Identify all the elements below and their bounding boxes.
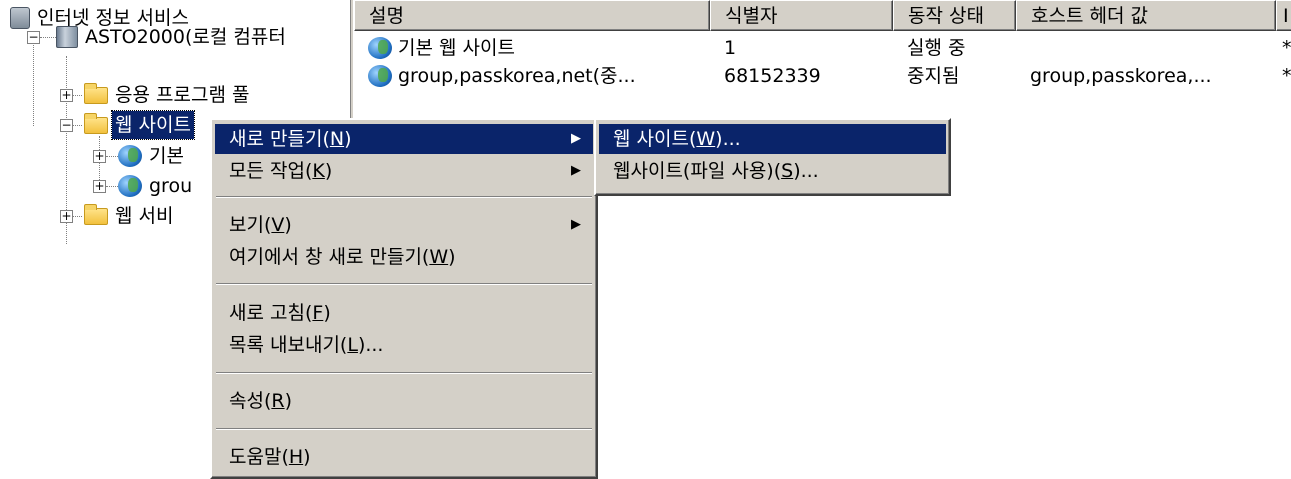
tree-label-web-service: 웹 서비 (115, 205, 174, 227)
menu-item-website-from-file[interactable]: 웹사이트(파일 사용)(S)... (599, 156, 946, 186)
menu-item-new-label: 새로 만들기( (229, 128, 330, 150)
menu-item-properties[interactable]: 속성(R) (215, 386, 593, 416)
menu-item-new[interactable]: 새로 만들기(N) ▶ (215, 124, 593, 154)
cell-ip: * (1282, 37, 1291, 59)
folder-icon (84, 83, 108, 104)
menu-item-website-from-file-label: 웹사이트(파일 사용)( (613, 160, 782, 182)
tree-connector (33, 36, 34, 126)
server-icon (56, 26, 78, 48)
menu-item-export-end: )... (357, 334, 384, 356)
menu-item-export-list[interactable]: 목록 내보내기(L)... (215, 330, 593, 360)
cell-id: 68152339 (724, 65, 821, 87)
cell-description: group,passkorea,net(중... (398, 65, 636, 87)
menu-item-new-accel: N (329, 128, 345, 150)
menu-item-new-window[interactable]: 여기에서 창 새로 만들기(W) (215, 242, 593, 272)
folder-icon (84, 204, 108, 225)
submenu-arrow-icon: ▶ (571, 131, 581, 146)
context-menu: 새로 만들기(N) ▶ 모든 작업(K) ▶ 보기(V) ▶ 여기에서 창 새로… (210, 118, 598, 479)
menu-separator (216, 372, 592, 374)
globe-icon (118, 145, 142, 167)
menu-item-export-accel: L (347, 334, 358, 356)
globe-stopped-icon (368, 65, 392, 87)
menu-item-new-website[interactable]: 웹 사이트(W)... (599, 124, 946, 154)
expand-icon[interactable]: + (60, 89, 73, 102)
menu-item-new-window-accel: W (429, 246, 449, 268)
cell-description: 기본 웹 사이트 (398, 37, 515, 59)
menu-item-view-label: 보기( (229, 214, 272, 236)
tree-node-default-site[interactable]: 기본 (116, 142, 187, 170)
cell-host: group,passkorea,... (1030, 65, 1212, 87)
menu-item-refresh-accel: F (312, 302, 324, 324)
tree-node-app-pools[interactable]: 응용 프로그램 풀 (80, 81, 252, 109)
menu-item-refresh[interactable]: 새로 고침(F) (215, 298, 593, 328)
menu-item-all-tasks[interactable]: 모든 작업(K) ▶ (215, 156, 593, 186)
menu-item-website-from-file-accel: S (781, 160, 794, 182)
menu-item-all-tasks-accel: K (312, 160, 325, 182)
cell-status: 실행 중 (907, 37, 966, 59)
expand-icon[interactable]: + (93, 150, 106, 163)
menu-item-view-accel: V (271, 214, 285, 236)
cell-host (1030, 34, 1270, 62)
menu-item-properties-end: ) (284, 390, 292, 412)
menu-item-help-accel: H (288, 446, 304, 468)
tree-label-websites: 웹 사이트 (111, 110, 195, 140)
iis-icon (10, 7, 30, 29)
cell-id: 1 (724, 37, 737, 59)
tree-label-computer: ASTO2000(로컬 컴퓨터 (85, 26, 286, 48)
menu-separator (216, 283, 592, 285)
menu-item-new-window-label: 여기에서 창 새로 만들기( (229, 246, 430, 268)
menu-item-export-label: 목록 내보내기( (229, 334, 348, 356)
menu-item-all-tasks-label: 모든 작업( (229, 160, 313, 182)
submenu-new: 웹 사이트(W)... 웹사이트(파일 사용)(S)... (594, 118, 951, 196)
menu-item-help-label: 도움말( (229, 446, 289, 468)
tree-node-websites[interactable]: 웹 사이트 (80, 110, 195, 140)
menu-item-help-end: ) (303, 446, 311, 468)
tree-node-group-site[interactable]: grou (116, 172, 195, 200)
menu-item-refresh-label: 새로 고침( (229, 302, 313, 324)
collapse-icon[interactable]: − (60, 119, 73, 132)
menu-separator (216, 428, 592, 430)
cell-status: 중지됨 (907, 65, 960, 87)
column-header-id[interactable]: 식별자 (710, 0, 893, 31)
menu-item-properties-label: 속성( (229, 390, 272, 412)
expand-icon[interactable]: + (60, 210, 73, 223)
menu-item-new-website-label: 웹 사이트( (613, 128, 697, 150)
collapse-icon[interactable]: − (27, 31, 40, 44)
menu-item-new-end: ) (344, 128, 352, 150)
tree-node-web-service[interactable]: 웹 서비 (80, 202, 176, 230)
column-header-ip[interactable]: I (1276, 0, 1291, 31)
list-row[interactable]: group,passkorea,net(중... 68152339 중지됨 gr… (354, 62, 1291, 90)
menu-item-website-from-file-end: )... (793, 160, 819, 182)
cell-ip: * (1282, 65, 1291, 87)
menu-item-view-end: ) (284, 214, 292, 236)
menu-item-new-website-accel: W (696, 128, 716, 150)
menu-item-help[interactable]: 도움말(H) (215, 442, 593, 472)
column-header-host[interactable]: 호스트 헤더 값 (1016, 0, 1276, 31)
menu-item-new-window-end: ) (448, 246, 456, 268)
tree-node-computer[interactable]: ASTO2000(로컬 컴퓨터 (52, 23, 289, 51)
menu-item-view[interactable]: 보기(V) ▶ (215, 210, 593, 240)
expand-icon[interactable]: + (93, 180, 106, 193)
column-header-status[interactable]: 동작 상태 (893, 0, 1016, 31)
tree-label-group-site: grou (149, 175, 193, 197)
list-row[interactable]: 기본 웹 사이트 1 실행 중 * (354, 34, 1291, 62)
menu-item-new-website-end: )... (715, 128, 741, 150)
menu-item-properties-accel: R (271, 390, 285, 412)
list-header: 설명 식별자 동작 상태 호스트 헤더 값 I (354, 0, 1291, 31)
globe-icon (368, 37, 392, 59)
tree-label-app-pools: 응용 프로그램 풀 (115, 84, 250, 106)
column-header-description[interactable]: 설명 (354, 0, 710, 31)
menu-item-refresh-end: ) (323, 302, 331, 324)
submenu-arrow-icon: ▶ (571, 217, 581, 232)
tree-label-default-site: 기본 (149, 145, 184, 167)
folder-icon (84, 113, 108, 134)
menu-item-all-tasks-end: ) (324, 160, 333, 182)
submenu-arrow-icon: ▶ (571, 163, 581, 178)
menu-separator (216, 196, 592, 198)
globe-stopped-icon (118, 175, 142, 197)
